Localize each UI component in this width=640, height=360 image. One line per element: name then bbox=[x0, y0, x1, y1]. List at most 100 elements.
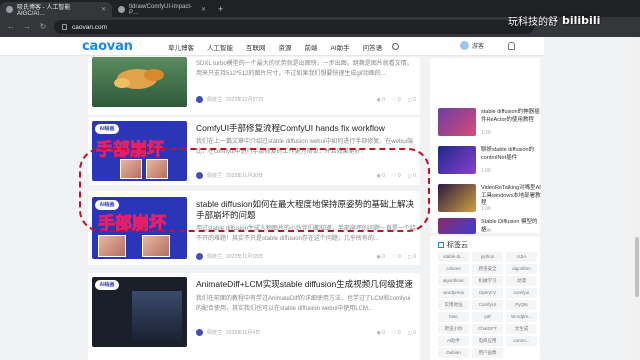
reload-icon[interactable]: ↻ bbox=[38, 22, 48, 32]
like-count[interactable]: ♡ 0 bbox=[392, 330, 401, 336]
post-date: 2023年11月18日 bbox=[226, 254, 263, 260]
tag[interactable]: ChatGPT bbox=[472, 324, 503, 334]
user-menu[interactable]: 游客 bbox=[460, 41, 484, 50]
nav-item[interactable]: 人工智能 bbox=[207, 42, 233, 52]
sidebar-post[interactable]: VideoReTalking对嘴型AI工具windows本地部署教程 1.0K bbox=[438, 184, 541, 214]
tag[interactable]: 爬虫小妙 bbox=[438, 324, 469, 334]
tab-label: 吸氏博客 - 人工智能AIGC/AI… bbox=[17, 5, 71, 17]
view-count: ◉ 0 bbox=[376, 96, 386, 103]
tag[interactable]: Mac bbox=[438, 312, 469, 322]
video-watermark: 玩科技的舒 bilibili bbox=[508, 13, 600, 28]
post-thumbnail[interactable] bbox=[92, 57, 187, 107]
post-meta: 佩技兰 2023年12月27日 ◉ 0 ♡ 0 ◻ 0 bbox=[196, 96, 416, 103]
comment-count[interactable]: ◻ 0 bbox=[408, 97, 416, 103]
sidebar-post-views: 1.2K bbox=[481, 130, 492, 136]
post-title[interactable]: AnimateDiff+LCM实现stable diffusion生成视频几何级… bbox=[196, 279, 416, 290]
sidebar-post-views: 1.0K bbox=[481, 206, 492, 212]
highlight-annotation bbox=[79, 148, 430, 232]
view-count: ◉ 0 bbox=[376, 329, 386, 336]
like-count[interactable]: ♡ 0 bbox=[392, 97, 401, 103]
tag-cloud: 标签云 stable di... python UJIA colume 爬虫安全… bbox=[430, 236, 540, 360]
avatar bbox=[460, 41, 469, 50]
tag[interactable]: UJIA bbox=[506, 252, 537, 262]
post-meta: 佩技兰 2023年11月4日 ◉ 0 ♡ 0 ◻ 0 bbox=[196, 329, 416, 336]
sidebar-popular: stable diffusion的神器插件ReActor的使用教程 1.2K 聊… bbox=[430, 58, 541, 234]
post-author[interactable]: 佩技兰 bbox=[207, 96, 222, 103]
tag[interactable]: stable di... bbox=[438, 252, 469, 262]
post-title[interactable]: ComfyUI手部修复流程ComfyUI hands fix workflow bbox=[196, 123, 416, 134]
post-excerpt: 我们在前面的教程中有学过AnimateDiff的详细使用方法，也学过了LCM和c… bbox=[196, 296, 411, 312]
tag[interactable]: 爬虫安全 bbox=[472, 264, 503, 274]
post-card[interactable]: SDXL turbo模型的一个最大的优势就是出图快，一步出图。跳舞是图片就看文情… bbox=[88, 57, 420, 115]
nav-item[interactable]: 互联网 bbox=[246, 42, 266, 52]
sidebar-post-image bbox=[438, 146, 476, 174]
post-meta: 佩技兰 2023年11月18日 ◉ 0 ♡ 0 ◻ 0 bbox=[196, 253, 416, 260]
turtle-image bbox=[114, 69, 164, 89]
url-field[interactable]: caovan.com bbox=[54, 20, 534, 34]
page-background bbox=[544, 37, 634, 360]
tab-close-icon[interactable]: ✕ bbox=[201, 6, 206, 13]
hand-image bbox=[142, 235, 170, 257]
tag[interactable]: algorithmic bbox=[438, 276, 469, 286]
tag[interactable]: AI助手 bbox=[438, 336, 469, 346]
tag[interactable]: 电商应用 bbox=[472, 336, 503, 346]
nav-item[interactable]: 前端 bbox=[305, 42, 318, 52]
post-date: 2023年11月4日 bbox=[226, 330, 261, 336]
sidebar-post[interactable]: 聊妍stable diffusion的controlNet插件 1.0K bbox=[438, 146, 540, 176]
tag[interactable]: 用户画像 bbox=[472, 348, 503, 358]
tag[interactable]: ComfyUI bbox=[472, 300, 503, 310]
tag[interactable]: python bbox=[472, 252, 503, 262]
tab-close-icon[interactable]: ✕ bbox=[101, 6, 106, 13]
sidebar-post-title: 聊妍stable diffusion的controlNet插件 bbox=[481, 147, 535, 161]
tag[interactable]: colume bbox=[438, 264, 469, 274]
nav-item[interactable]: 问答语 bbox=[363, 42, 383, 52]
comment-count[interactable]: ◻ 0 bbox=[408, 254, 416, 260]
tab-favicon-icon bbox=[6, 6, 13, 13]
tag[interactable]: 机械学习 bbox=[472, 276, 503, 286]
tag[interactable]: 动漫 bbox=[506, 276, 537, 286]
scrollbar-thumb[interactable] bbox=[635, 237, 639, 297]
tag[interactable]: 实用地址 bbox=[438, 300, 469, 310]
sidebar-post-title: stable diffusion的神器插件ReActor的使用教程 bbox=[481, 109, 540, 123]
post-author[interactable]: 佩技兰 bbox=[207, 329, 222, 336]
tag[interactable]: wordpress bbox=[438, 288, 469, 298]
site-logo[interactable]: caovan bbox=[82, 39, 133, 54]
post-author[interactable]: 佩技兰 bbox=[207, 253, 222, 260]
tag[interactable]: PyQt6 bbox=[506, 300, 537, 310]
page-scrollbar[interactable] bbox=[634, 37, 640, 360]
back-icon[interactable]: ← bbox=[6, 22, 16, 32]
post-thumbnail[interactable]: AI绘画 bbox=[92, 277, 187, 347]
comment-count[interactable]: ◻ 0 bbox=[408, 330, 416, 336]
user-name: 游客 bbox=[472, 44, 485, 50]
tag[interactable]: Wordpre... bbox=[506, 312, 537, 322]
sidebar-post-title: VideoReTalking对嘴型AI工具windows本地部署教程 bbox=[481, 185, 541, 206]
sidebar-post[interactable]: Stable Diffusion 模型的格... 0.9K bbox=[438, 218, 540, 234]
nav-item[interactable]: 资源 bbox=[279, 42, 292, 52]
sidebar-post[interactable]: stable diffusion的神器插件ReActor的使用教程 1.2K bbox=[438, 108, 540, 138]
browser-tab-active[interactable]: 吸氏博客 - 人工智能AIGC/AI… ✕ bbox=[0, 2, 112, 17]
tag[interactable]: pdf bbox=[472, 312, 503, 322]
bilibili-logo: bilibili bbox=[562, 14, 601, 27]
tag[interactable]: comfyui bbox=[506, 288, 537, 298]
search-icon[interactable] bbox=[392, 43, 399, 50]
nav-item[interactable]: AI助手 bbox=[331, 42, 350, 52]
sidebar-post-image bbox=[438, 218, 476, 234]
like-count[interactable]: ♡ 0 bbox=[392, 254, 401, 260]
tag[interactable]: 文生成 bbox=[506, 324, 537, 334]
lock-icon bbox=[62, 24, 67, 30]
tag[interactable]: OpenCV bbox=[472, 288, 503, 298]
tag[interactable]: Debian bbox=[438, 348, 469, 358]
notification-icon[interactable] bbox=[508, 42, 515, 50]
post-excerpt: SDXL turbo模型的一个最大的优势就是出图快，一步出图。跳舞是图片就看文情… bbox=[196, 61, 413, 77]
forward-icon[interactable]: → bbox=[22, 22, 32, 32]
sidebar-post-image bbox=[438, 184, 476, 212]
url-text: caovan.com bbox=[72, 23, 108, 31]
nav-item[interactable]: 草儿博客 bbox=[168, 42, 194, 52]
browser-tab-inactive[interactable]: tldraw/ComfyUI-Impact-P… ✕ bbox=[112, 2, 212, 17]
view-count: ◉ 0 bbox=[376, 253, 386, 260]
post-card[interactable]: AI绘画 AnimateDiff+LCM实现stable diffusion生成… bbox=[88, 273, 420, 360]
watermark-text: 玩科技的舒 bbox=[508, 17, 558, 28]
tag[interactable]: algorithm bbox=[506, 264, 537, 274]
tag[interactable]: comm... bbox=[506, 336, 537, 346]
new-tab-icon[interactable]: + bbox=[212, 2, 229, 17]
